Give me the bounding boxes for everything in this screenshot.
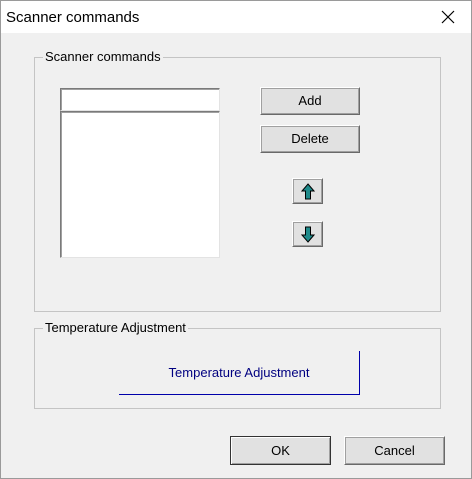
move-up-button[interactable] <box>292 178 323 204</box>
ok-button[interactable]: OK <box>230 436 331 465</box>
command-input[interactable] <box>60 88 220 111</box>
arrow-down-icon <box>301 226 315 243</box>
temperature-adjustment-group-label: Temperature Adjustment <box>43 320 188 336</box>
window-title: Scanner commands <box>6 9 140 26</box>
move-down-button[interactable] <box>292 221 323 247</box>
cancel-button[interactable]: Cancel <box>344 436 445 465</box>
scanner-commands-group-label: Scanner commands <box>43 49 163 65</box>
arrow-up-icon <box>301 183 315 200</box>
add-button[interactable]: Add <box>260 87 360 115</box>
command-list[interactable] <box>60 111 220 258</box>
title-bar: Scanner commands <box>1 1 471 33</box>
close-button[interactable] <box>425 1 471 33</box>
close-icon <box>441 10 455 24</box>
delete-button[interactable]: Delete <box>260 125 360 153</box>
temperature-adjustment-button[interactable]: Temperature Adjustment <box>119 351 360 395</box>
scanner-commands-dialog: Scanner commands Scanner commands Add De… <box>0 0 472 479</box>
